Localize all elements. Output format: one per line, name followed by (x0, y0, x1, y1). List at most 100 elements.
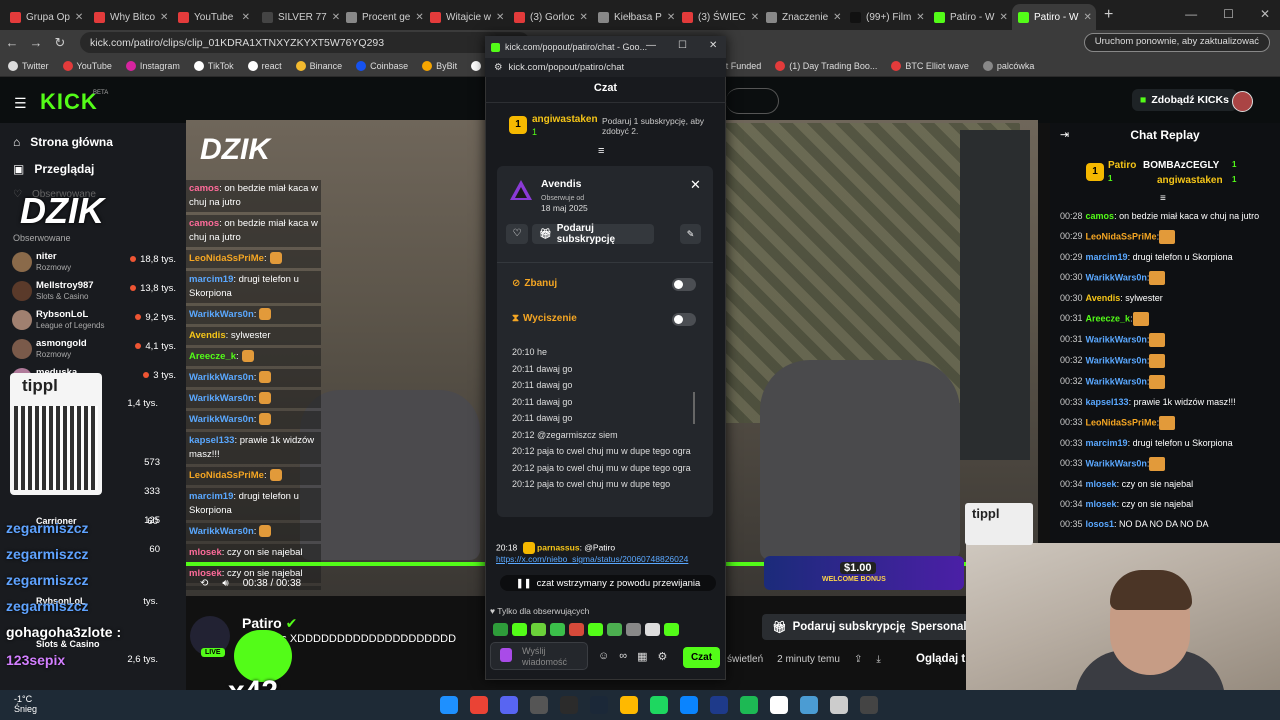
scrollbar[interactable] (693, 392, 695, 424)
taskbar-app-icon[interactable] (680, 696, 698, 714)
browser-tab[interactable]: SILVER 77 ✕ (256, 4, 340, 30)
sidebar-channel[interactable]: niter Rozmowy 18,8 tys. (12, 250, 182, 276)
ban-toggle[interactable] (672, 278, 696, 291)
tab-close-icon[interactable]: ✕ (75, 12, 83, 23)
emote-icon[interactable]: ☺ (598, 650, 609, 663)
settings-icon[interactable]: ⚙︎ (657, 650, 667, 663)
volume-icon[interactable]: 🔊︎ (222, 578, 228, 589)
sidebar-channel[interactable]: RybsonLoL League of Legends 9,2 tys. (12, 308, 182, 334)
url-field[interactable]: kick.com/patiro/clips/clip_01KDRA1XTNXYZ… (80, 32, 530, 53)
taskbar-app-icon[interactable] (800, 696, 818, 714)
sidebar-item-browse[interactable]: ▣ Przeglądaj (13, 162, 94, 176)
bookmark-item[interactable]: YouTube (62, 60, 112, 71)
browser-tab[interactable]: (99+) Film ✕ (844, 4, 928, 30)
update-button[interactable]: Uruchom ponownie, aby zaktualizować (1083, 33, 1270, 52)
chat-username[interactable]: Areecze_k (1086, 313, 1131, 323)
browser-tab[interactable]: Patiro - W ✕ (928, 4, 1012, 30)
browser-tab[interactable]: Patiro - W ✕ (1012, 4, 1096, 30)
chat-username[interactable]: WarikkWars0n (1086, 376, 1147, 386)
bookmark-item[interactable]: react (247, 60, 282, 71)
chat-username[interactable]: mlosek (1086, 479, 1117, 489)
taskbar-app-icon[interactable] (470, 696, 488, 714)
bookmark-item[interactable]: Coinbase (356, 60, 408, 71)
bookmark-item[interactable]: Twitter (8, 60, 49, 71)
tab-close-icon[interactable]: ✕ (579, 12, 587, 23)
chat-username[interactable]: LeoNidaSsPriMe (1086, 231, 1157, 241)
close-window-icon[interactable]: ✕ (1260, 7, 1270, 21)
browser-tab[interactable]: Procent ge ✕ (340, 4, 424, 30)
bookmark-item[interactable]: Instagram (125, 60, 180, 71)
browser-tab[interactable]: Why Bitco ✕ (88, 4, 172, 30)
tab-close-icon[interactable]: ✕ (496, 12, 504, 23)
taskbar-app-icon[interactable] (740, 696, 758, 714)
infinity-icon[interactable]: ∞ (619, 650, 627, 663)
expand-leaderboard-icon[interactable]: ≡ (598, 145, 604, 157)
emote-icon[interactable] (607, 623, 622, 636)
chat-paused-banner[interactable]: ❚❚ czat wstrzymany z powodu przewijania (500, 575, 716, 591)
chat-username[interactable]: Avendis (1086, 293, 1121, 303)
browser-tab[interactable]: (3) Gorloc ✕ (508, 4, 592, 30)
sidebar-item-home[interactable]: ⌂ Strona główna (13, 135, 113, 149)
replay-icon[interactable]: ⟲ (200, 578, 208, 589)
top-gifter-3[interactable]: angiwastaken (1157, 175, 1223, 186)
bookmark-item[interactable]: ByBit (422, 60, 457, 71)
top-gifter-name[interactable]: angiwastaken (532, 114, 598, 125)
weather-widget[interactable]: -1°C Śnieg (14, 694, 37, 714)
top-gifter-2[interactable]: BOMBAzCEGLY (1143, 160, 1219, 171)
expand-icon[interactable]: ≡ (1160, 193, 1166, 204)
tab-close-icon[interactable]: ✕ (999, 12, 1007, 23)
browser-tab[interactable]: YouTube ✕ (172, 4, 256, 30)
emote-icon[interactable] (512, 623, 527, 636)
taskbar-app-icon[interactable] (560, 696, 578, 714)
maximize-icon[interactable]: ☐ (678, 40, 687, 51)
chat-username[interactable]: marcim19 (1086, 438, 1128, 448)
taskbar-app-icon[interactable] (650, 696, 668, 714)
taskbar-app-icon[interactable] (440, 696, 458, 714)
chat-username[interactable]: mlosek (1086, 499, 1117, 509)
gift-sub-button[interactable]: 🎁︎ Podaruj subskrypcję (532, 223, 654, 245)
chat-username[interactable]: losos1 (1086, 519, 1115, 529)
close-icon[interactable]: ✕ (690, 177, 701, 193)
emote-icon[interactable] (550, 623, 565, 636)
emote-icon[interactable] (588, 623, 603, 636)
browser-tab[interactable]: (3) ŚWIEC ✕ (676, 4, 760, 30)
emote-icon[interactable] (626, 623, 641, 636)
new-tab-icon[interactable]: + (1104, 6, 1113, 24)
tab-close-icon[interactable]: ✕ (833, 12, 841, 23)
tab-close-icon[interactable]: ✕ (1083, 12, 1091, 23)
pinned-user[interactable]: parnassus (537, 542, 580, 552)
close-icon[interactable]: ✕ (709, 40, 717, 51)
tab-close-icon[interactable]: ✕ (667, 12, 675, 23)
tab-close-icon[interactable]: ✕ (332, 12, 340, 23)
follow-heart-button[interactable]: ♡ (506, 224, 528, 244)
menu-icon[interactable]: ☰ (14, 95, 27, 112)
taskbar-app-icon[interactable] (710, 696, 728, 714)
microphone-icon[interactable] (500, 648, 512, 662)
taskbar-app-icon[interactable] (770, 696, 788, 714)
taskbar-app-icon[interactable] (830, 696, 848, 714)
chat-username[interactable]: WarikkWars0n (1086, 355, 1147, 365)
bookmark-item[interactable]: BTC Elliot wave (891, 60, 969, 71)
browser-tab[interactable]: Witajcie w ✕ (424, 4, 508, 30)
bookmark-item[interactable]: palcówka (982, 60, 1034, 71)
emote-icon[interactable] (493, 623, 508, 636)
send-chat-button[interactable]: Czat (683, 647, 720, 668)
minimize-icon[interactable]: — (646, 40, 656, 51)
chat-username[interactable]: LeoNidaSsPriMe (1086, 417, 1157, 427)
chat-username[interactable]: camos (1086, 211, 1115, 221)
taskbar-app-icon[interactable] (500, 696, 518, 714)
browser-tab[interactable]: Grupa Op ✕ (4, 4, 88, 30)
watch-button[interactable]: Oglądaj tr (916, 653, 970, 665)
emote-icon[interactable] (569, 623, 584, 636)
chat-username[interactable]: WarikkWars0n (1086, 334, 1147, 344)
chat-username[interactable]: kapsel133 (1086, 397, 1129, 407)
taskbar-app-icon[interactable] (620, 696, 638, 714)
top-gifter-1[interactable]: Patiro (1108, 160, 1136, 171)
bookmark-item[interactable]: Binance (295, 60, 342, 71)
kick-logo[interactable]: KICK (40, 89, 98, 115)
browser-tab[interactable]: Kiełbasa P ✕ (592, 4, 676, 30)
sidebar-channel[interactable]: asmongold Rozmowy 4,1 tys. (12, 337, 182, 363)
avatar[interactable] (1232, 91, 1253, 112)
channel-name[interactable]: Slots & Casino (36, 639, 100, 649)
maximize-icon[interactable]: ☐ (1223, 7, 1234, 21)
